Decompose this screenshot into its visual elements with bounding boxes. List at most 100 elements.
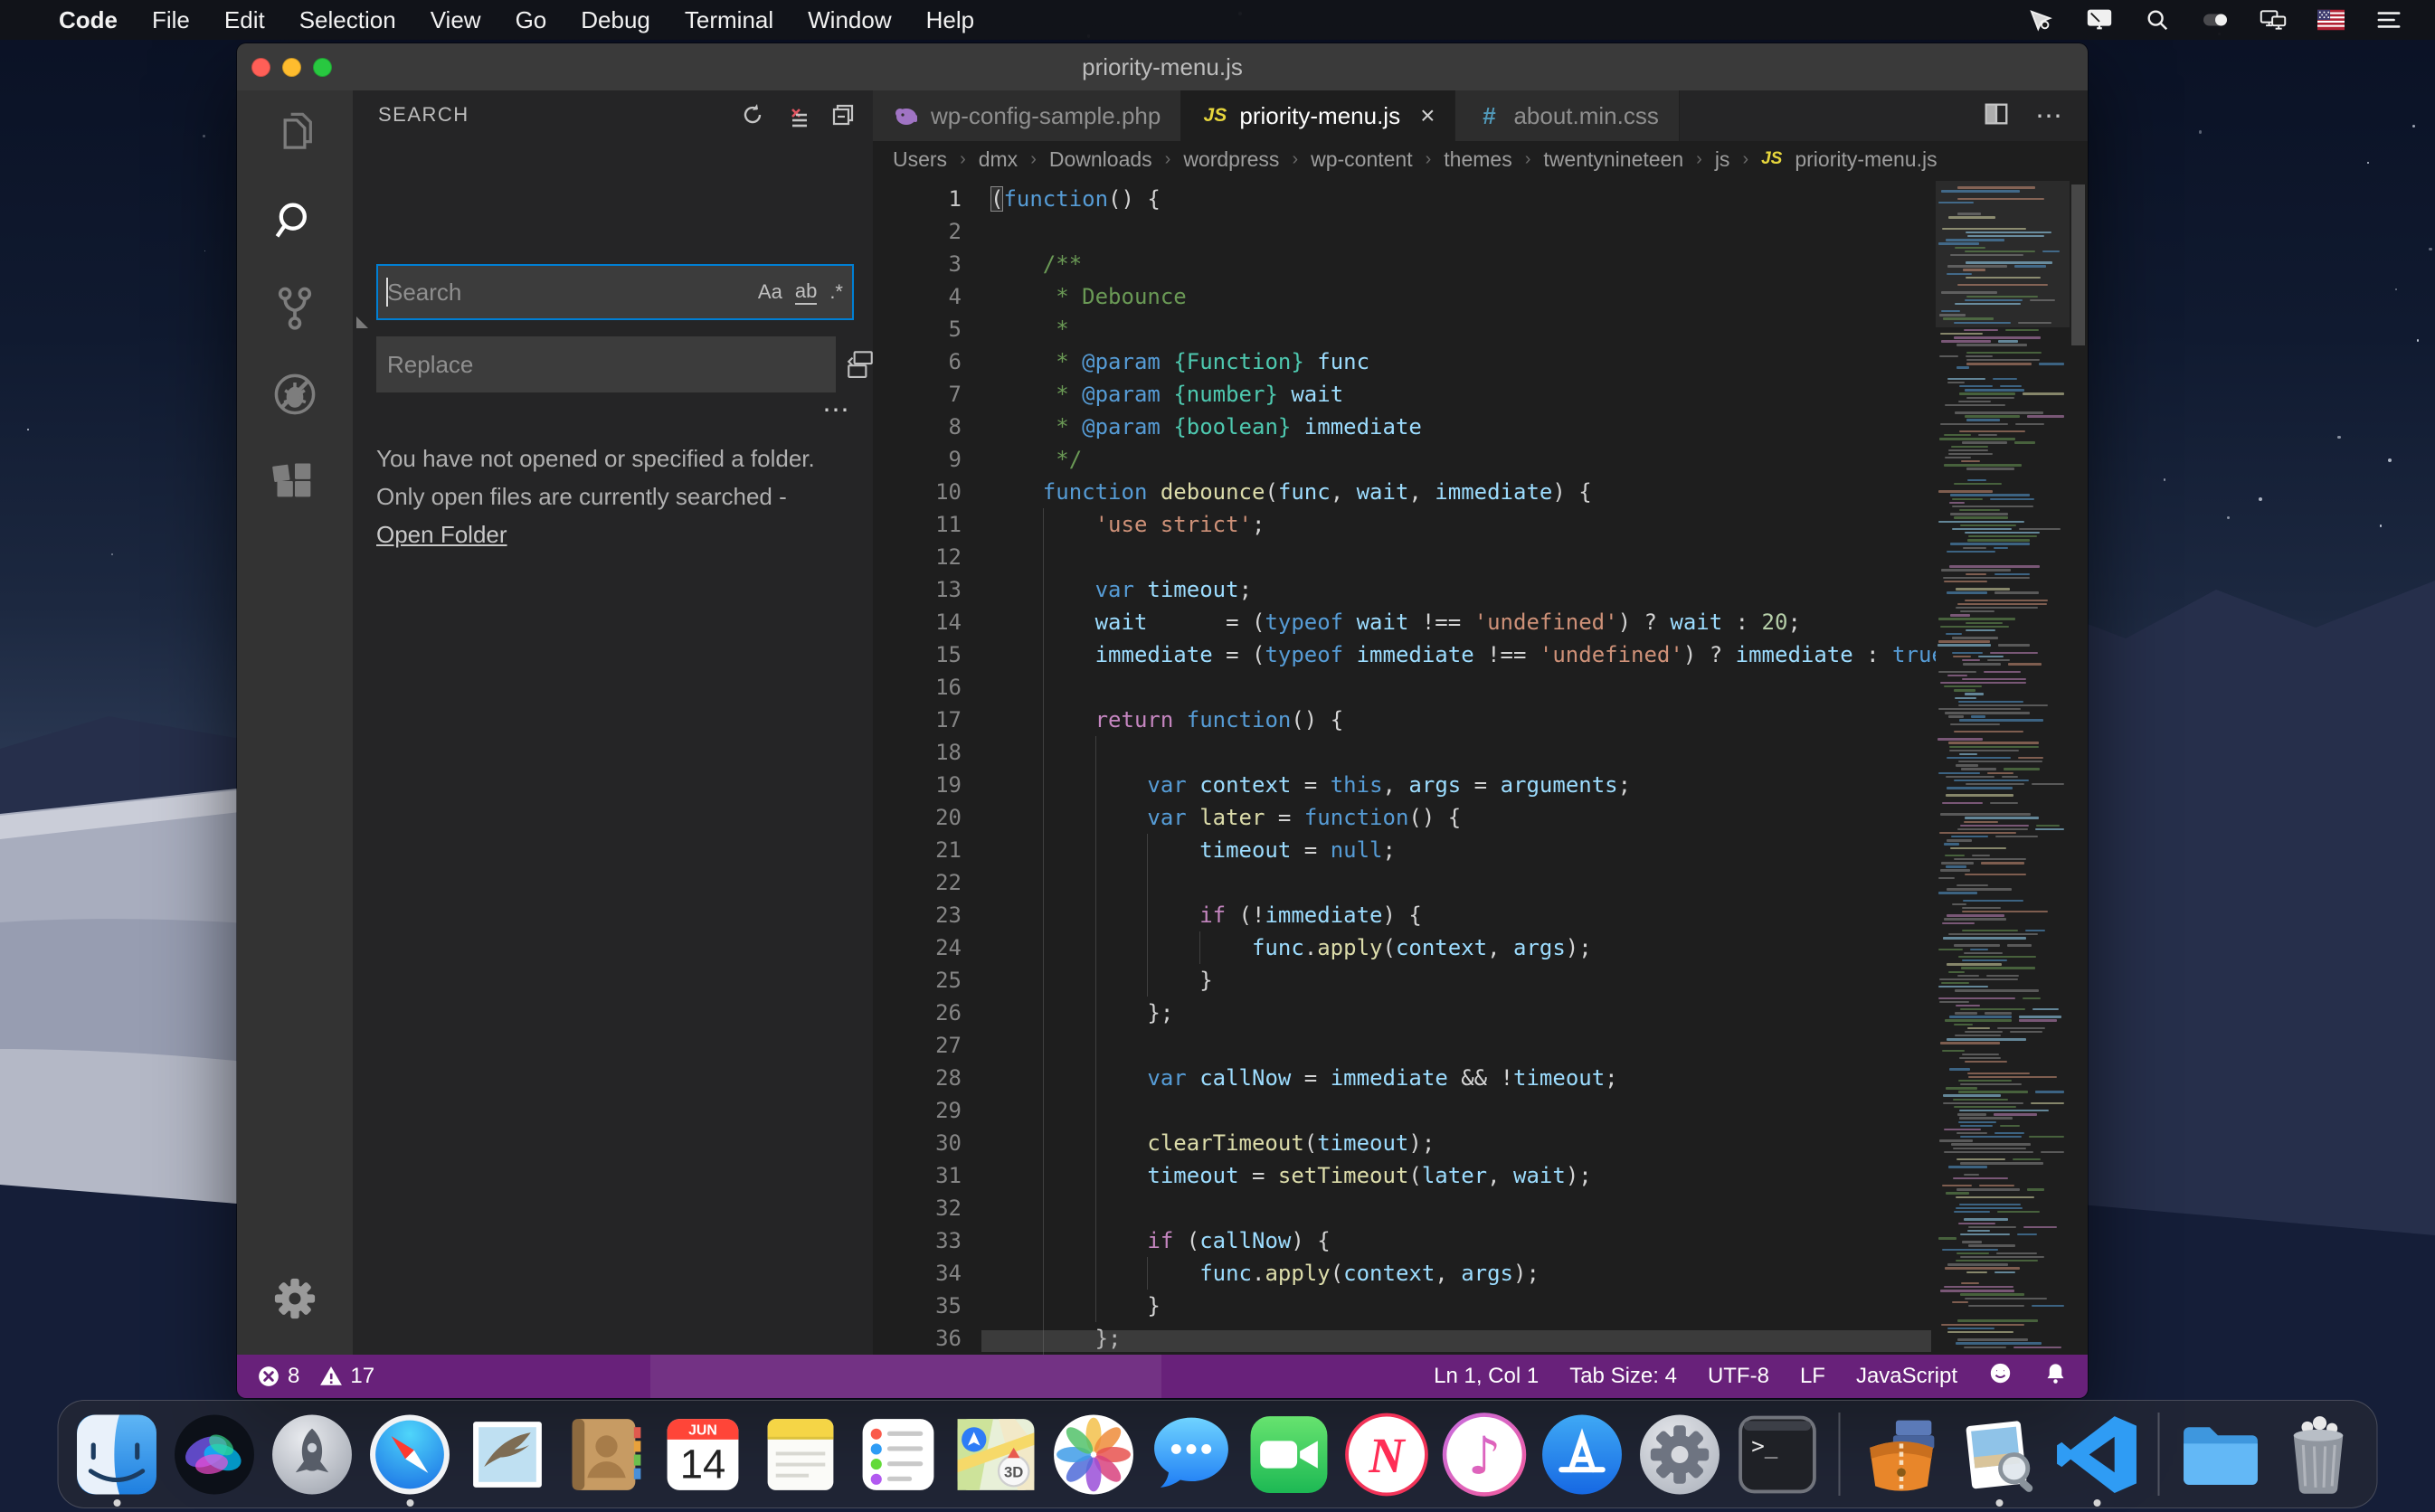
replace-input[interactable]	[378, 350, 834, 379]
dock-siri-icon[interactable]	[171, 1411, 259, 1498]
warnings-item[interactable]: 17	[319, 1364, 374, 1389]
menu-view[interactable]: View	[413, 0, 498, 40]
notification-list-icon[interactable]	[2373, 6, 2404, 33]
tab-wp-config-sample.php[interactable]: wp-config-sample.php	[873, 90, 1182, 141]
problems-summary[interactable]: 8 17	[237, 1364, 374, 1389]
toggle-search-details-icon[interactable]: ⋯	[822, 394, 851, 426]
minimap-line	[1967, 1244, 2015, 1247]
minimap-line	[2040, 1150, 2064, 1154]
menu-debug[interactable]: Debug	[564, 0, 668, 40]
status-utf-8[interactable]: UTF-8	[1708, 1364, 1769, 1389]
dock-system-preferences-icon[interactable]	[1636, 1411, 1724, 1498]
breadcrumb-item[interactable]: wordpress	[1183, 147, 1279, 172]
search-input[interactable]	[378, 278, 758, 307]
minimap-line	[1938, 640, 1990, 643]
refresh-icon[interactable]	[739, 101, 766, 128]
breadcrumb-item[interactable]: Users	[893, 147, 947, 172]
toggle-replace-icon[interactable]	[356, 317, 368, 328]
status-lf[interactable]: LF	[1800, 1364, 1825, 1389]
tab-priority-menu.js[interactable]: JS priority-menu.js ×	[1181, 90, 1456, 141]
breadcrumb-item[interactable]: js	[1715, 147, 1730, 172]
dock-messages-icon[interactable]	[1148, 1411, 1236, 1498]
collapse-editors-icon[interactable]	[829, 101, 857, 128]
vertical-scrollbar-slider[interactable]	[2071, 184, 2085, 345]
more-actions-icon[interactable]: ⋯	[2035, 100, 2064, 132]
menu-go[interactable]: Go	[498, 0, 564, 40]
minimap-line	[1938, 997, 2016, 999]
vertical-scrollbar[interactable]	[2070, 177, 2088, 1355]
dock-facetime-icon[interactable]	[1246, 1411, 1333, 1498]
activity-search[interactable]	[237, 177, 353, 264]
activity-settings-gear-icon[interactable]	[237, 1255, 353, 1342]
dock-contacts-icon[interactable]	[562, 1411, 649, 1498]
menu-edit[interactable]: Edit	[207, 0, 282, 40]
dock-reminders-icon[interactable]	[855, 1411, 943, 1498]
menu-file[interactable]: File	[135, 0, 207, 40]
dock-itunes-icon[interactable]: ♪	[1441, 1411, 1529, 1498]
menu-terminal[interactable]: Terminal	[668, 0, 791, 40]
status-javascript[interactable]: JavaScript	[1856, 1364, 1957, 1389]
dock-trash-icon[interactable]	[2275, 1411, 2363, 1498]
notifications-bell-icon[interactable]	[2043, 1361, 2068, 1392]
minimap-line	[1958, 955, 2036, 959]
whole-word-icon[interactable]: ab	[794, 279, 818, 305]
minimap-line	[1945, 1192, 1969, 1195]
horizontal-scrollbar-slider[interactable]	[981, 1330, 1931, 1352]
dock-appstore-icon[interactable]	[1539, 1411, 1626, 1498]
dock-maps-icon[interactable]: 3D	[952, 1411, 1040, 1498]
displays-icon[interactable]	[2258, 6, 2288, 33]
breadcrumb-separator: ›	[1742, 148, 1749, 169]
breadcrumb-item[interactable]: Downloads	[1049, 147, 1152, 172]
match-case-icon[interactable]: Aa	[758, 280, 782, 304]
toggle-icon[interactable]	[2200, 6, 2231, 33]
breadcrumb-item[interactable]: twentynineteen	[1543, 147, 1683, 172]
spotlight-icon[interactable]	[2142, 6, 2173, 33]
menu-window[interactable]: Window	[791, 0, 908, 40]
menu-help[interactable]: Help	[909, 0, 991, 40]
dock-terminal-icon[interactable]: >_	[1734, 1411, 1822, 1498]
open-folder-link[interactable]: Open Folder	[376, 521, 507, 548]
remote-cursor-icon[interactable]	[2026, 6, 2057, 33]
line-number: 19	[935, 772, 962, 798]
dock-safari-icon[interactable]	[366, 1411, 454, 1507]
indent-guide	[1042, 899, 1044, 931]
dock-news-icon[interactable]: N	[1343, 1411, 1431, 1498]
menu-code[interactable]: Code	[42, 0, 135, 40]
clear-search-results-icon[interactable]	[784, 101, 811, 128]
breadcrumb-item[interactable]: dmx	[979, 147, 1018, 172]
dock-launchpad-icon[interactable]	[269, 1411, 356, 1498]
close-tab-icon[interactable]: ×	[1420, 101, 1435, 130]
minimap[interactable]	[1936, 177, 2070, 1355]
activity-debug-disabled[interactable]	[237, 351, 353, 438]
dock-vscode-icon[interactable]	[2053, 1411, 2141, 1507]
dock-photos-icon[interactable]	[1050, 1411, 1138, 1498]
breadcrumb-item[interactable]: themes	[1444, 147, 1511, 172]
window-title-bar[interactable]: priority-menu.js	[237, 43, 2088, 90]
breadcrumb-item[interactable]: priority-menu.js	[1795, 147, 1937, 172]
dock-calendar-icon[interactable]: JUN 14	[659, 1411, 747, 1498]
minimap-line	[2013, 441, 2035, 444]
breadcrumb-item[interactable]: wp-content	[1311, 147, 1413, 172]
status-tab-size-4[interactable]: Tab Size: 4	[1569, 1364, 1677, 1389]
dock-notes-icon[interactable]	[757, 1411, 845, 1498]
dock-mail-icon[interactable]	[464, 1411, 552, 1498]
input-source-us-flag-icon[interactable]	[2316, 6, 2346, 33]
minimap-line	[2018, 1016, 2061, 1018]
activity-source-control[interactable]	[237, 264, 353, 351]
activity-extensions[interactable]	[237, 438, 353, 524]
errors-item[interactable]: 8	[257, 1364, 299, 1389]
regex-icon[interactable]: .*	[829, 280, 843, 304]
minimap-line	[1986, 659, 2010, 662]
dock-unarchiver-icon[interactable]	[1858, 1411, 1946, 1498]
tab-about.min.css[interactable]: # about.min.css	[1455, 90, 1680, 141]
status-ln-1-col-1[interactable]: Ln 1, Col 1	[1434, 1364, 1539, 1389]
dock-finder-icon[interactable]	[73, 1411, 161, 1507]
display-icon[interactable]	[2084, 6, 2115, 33]
feedback-smiley-icon[interactable]	[1988, 1361, 2013, 1392]
dock-downloads-folder-icon[interactable]	[2177, 1411, 2265, 1498]
code-editor[interactable]: 1 (function() {2 3 /** 4 * Debounce 5 * 6 * @…	[873, 177, 2088, 1355]
activity-explorer[interactable]	[237, 90, 353, 177]
menu-selection[interactable]: Selection	[282, 0, 413, 40]
split-editor-icon[interactable]	[1983, 100, 2010, 132]
dock-preview-icon[interactable]	[1956, 1411, 2043, 1507]
